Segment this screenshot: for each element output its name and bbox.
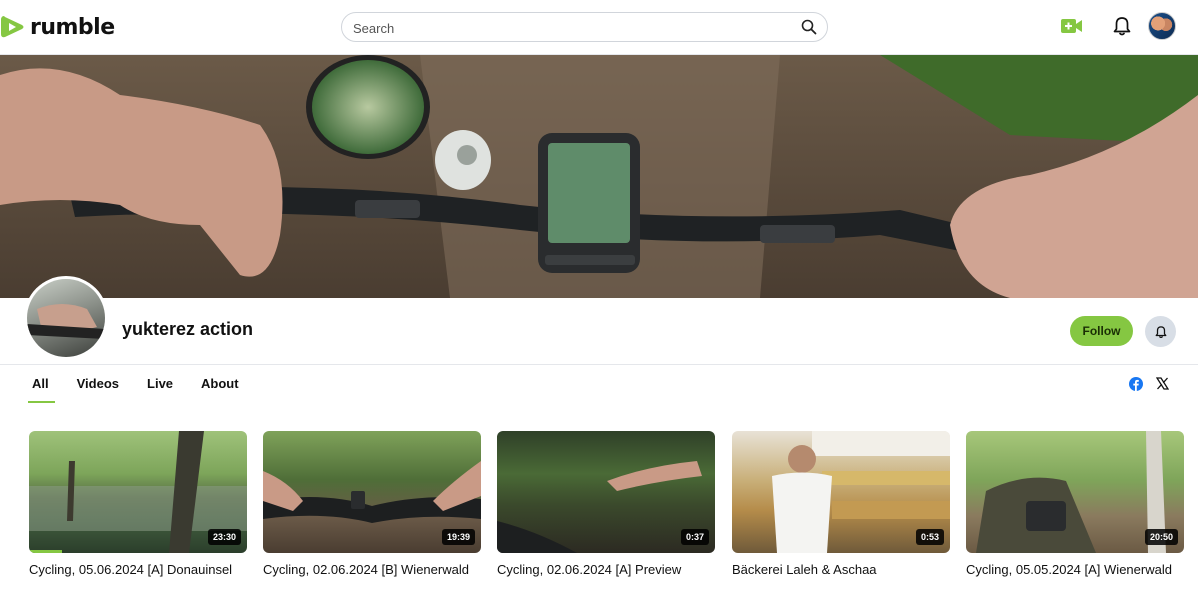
video-card[interactable]: 0:37 Cycling, 02.06.2024 [A] Preview bbox=[497, 431, 715, 578]
video-duration: 0:53 bbox=[915, 529, 944, 545]
video-title[interactable]: Cycling, 05.05.2024 [A] Wienerwald bbox=[966, 562, 1184, 578]
video-thumbnail[interactable]: 0:37 bbox=[497, 431, 715, 553]
tab-all[interactable]: All bbox=[28, 365, 55, 403]
video-title[interactable]: Bäckerei Laleh & Aschaa bbox=[732, 562, 950, 578]
bell-icon bbox=[1155, 325, 1166, 338]
follow-button[interactable]: Follow bbox=[1070, 316, 1133, 346]
video-thumbnail[interactable]: 23:30 bbox=[29, 431, 247, 553]
channel-avatar[interactable] bbox=[24, 276, 108, 360]
video-thumbnail[interactable]: 19:39 bbox=[263, 431, 481, 553]
video-thumbnail[interactable]: 0:53 bbox=[732, 431, 950, 553]
search-bar[interactable] bbox=[341, 12, 828, 42]
video-title[interactable]: Cycling, 02.06.2024 [A] Preview bbox=[497, 562, 715, 578]
video-duration: 20:50 bbox=[1144, 529, 1178, 545]
video-duration: 19:39 bbox=[441, 529, 475, 545]
video-title[interactable]: Cycling, 05.06.2024 [A] Donauinsel bbox=[29, 562, 247, 578]
tab-about[interactable]: About bbox=[201, 365, 239, 403]
top-header: rumble bbox=[0, 0, 1198, 55]
video-card[interactable]: 20:50 Cycling, 05.05.2024 [A] Wienerwald bbox=[966, 431, 1184, 578]
bell-icon[interactable] bbox=[1111, 15, 1133, 37]
video-duration: 0:37 bbox=[680, 529, 709, 545]
channel-tabs: All Videos Live About bbox=[22, 365, 267, 403]
rumble-logo-icon bbox=[1, 16, 24, 38]
facebook-icon[interactable] bbox=[1129, 377, 1143, 391]
watch-progress-bar bbox=[29, 550, 62, 553]
video-card[interactable]: 0:53 Bäckerei Laleh & Aschaa bbox=[732, 431, 950, 578]
video-card[interactable]: 23:30 Cycling, 05.06.2024 [A] Donauinsel bbox=[29, 431, 247, 578]
tab-videos[interactable]: Videos bbox=[77, 365, 119, 403]
video-card[interactable]: 19:39 Cycling, 02.06.2024 [B] Wienerwald bbox=[263, 431, 481, 578]
channel-banner bbox=[0, 55, 1198, 298]
x-icon[interactable] bbox=[1156, 377, 1169, 390]
rumble-logo[interactable]: rumble bbox=[0, 13, 115, 41]
search-icon[interactable] bbox=[801, 19, 817, 35]
video-duration: 23:30 bbox=[207, 529, 241, 545]
logo-text: rumble bbox=[30, 14, 115, 40]
channel-avatar-image bbox=[27, 279, 105, 357]
upload-video-icon[interactable] bbox=[1060, 15, 1084, 37]
user-avatar[interactable] bbox=[1148, 12, 1176, 40]
video-title[interactable]: Cycling, 02.06.2024 [B] Wienerwald bbox=[263, 562, 481, 578]
search-input[interactable] bbox=[353, 19, 793, 37]
tab-live[interactable]: Live bbox=[147, 365, 173, 403]
video-thumbnail[interactable]: 20:50 bbox=[966, 431, 1184, 553]
channel-notification-button[interactable] bbox=[1145, 316, 1176, 347]
channel-name: yukterez action bbox=[122, 319, 254, 339]
